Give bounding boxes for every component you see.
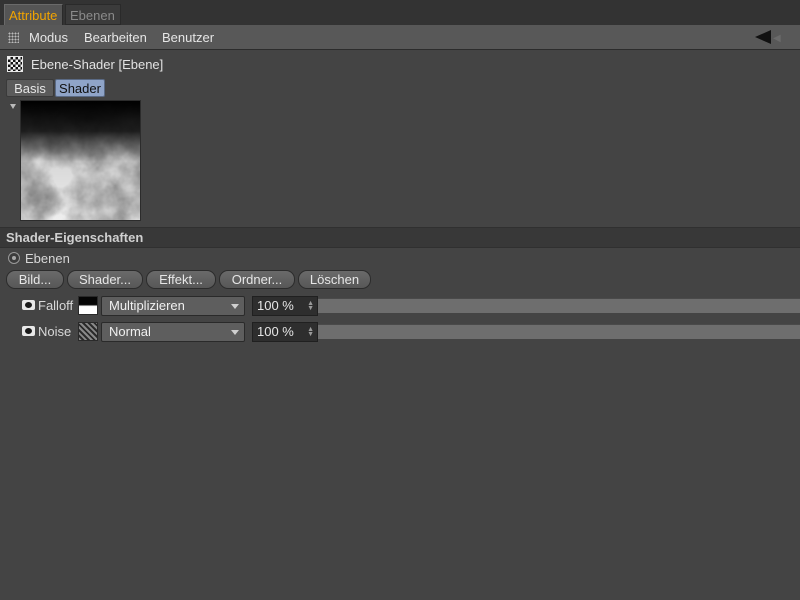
opacity-slider-fill [318,325,800,339]
spinner-icon[interactable]: ▲ ▼ [307,300,314,312]
menu-bearbeiten[interactable]: Bearbeiten [84,30,147,45]
preview-image [21,101,140,220]
shader-button[interactable]: Shader... [67,270,143,289]
object-title: Ebene-Shader [Ebene] [31,57,164,72]
chevron-down-icon [231,330,239,335]
visibility-eye-icon[interactable] [22,300,35,310]
menu-modus[interactable]: Modus [29,30,68,45]
bild-button[interactable]: Bild... [6,270,64,289]
blend-mode-dropdown[interactable]: Normal [101,322,245,342]
loeschen-button[interactable]: Löschen [298,270,371,289]
opacity-field[interactable]: 100 % ▲ ▼ [252,296,318,316]
tab-basis[interactable]: Basis [6,79,54,97]
blend-mode-value: Multiplizieren [109,298,185,313]
layer-name: Noise [38,324,72,339]
opacity-value: 100 % [257,324,294,339]
opacity-slider[interactable] [318,324,800,339]
ebenen-radio[interactable] [8,252,20,264]
panel-tab-strip: Attribute Ebenen [0,0,800,25]
blend-mode-dropdown[interactable]: Multiplizieren [101,296,245,316]
opacity-slider-fill [318,299,800,313]
section-header[interactable]: Shader-Eigenschaften [0,227,800,248]
layer-name: Falloff [38,298,74,313]
chevron-down-icon [231,304,239,309]
tab-attribute[interactable]: Attribute [4,4,63,25]
ordner-button[interactable]: Ordner... [219,270,295,289]
layer-row: Falloff Multiplizieren 100 % ▲ ▼ [0,295,800,317]
opacity-value: 100 % [257,298,294,313]
forward-arrow-icon[interactable]: ◀ [773,33,781,44]
effekt-button[interactable]: Effekt... [146,270,216,289]
opacity-field[interactable]: 100 % ▲ ▼ [252,322,318,342]
blend-mode-value: Normal [109,324,151,339]
menu-bar: Modus Bearbeiten Benutzer [0,25,800,50]
grip-icon[interactable] [8,32,19,43]
checker-shader-icon [7,56,23,72]
spinner-icon[interactable]: ▲ ▼ [307,326,314,338]
noise-thumbnail-icon[interactable] [78,322,98,341]
ebenen-radio-label: Ebenen [25,251,70,266]
falloff-thumbnail-icon[interactable] [78,296,98,315]
collapse-triangle-icon[interactable] [10,104,16,109]
opacity-slider[interactable] [318,298,800,313]
back-arrow-icon[interactable] [755,30,771,44]
tab-ebenen[interactable]: Ebenen [65,4,121,25]
visibility-eye-icon[interactable] [22,326,35,336]
shader-preview [20,100,141,221]
menu-benutzer[interactable]: Benutzer [162,30,214,45]
tab-shader[interactable]: Shader [55,79,105,97]
section-title: Shader-Eigenschaften [6,230,144,245]
layer-row: Noise Normal 100 % ▲ ▼ [0,321,800,343]
